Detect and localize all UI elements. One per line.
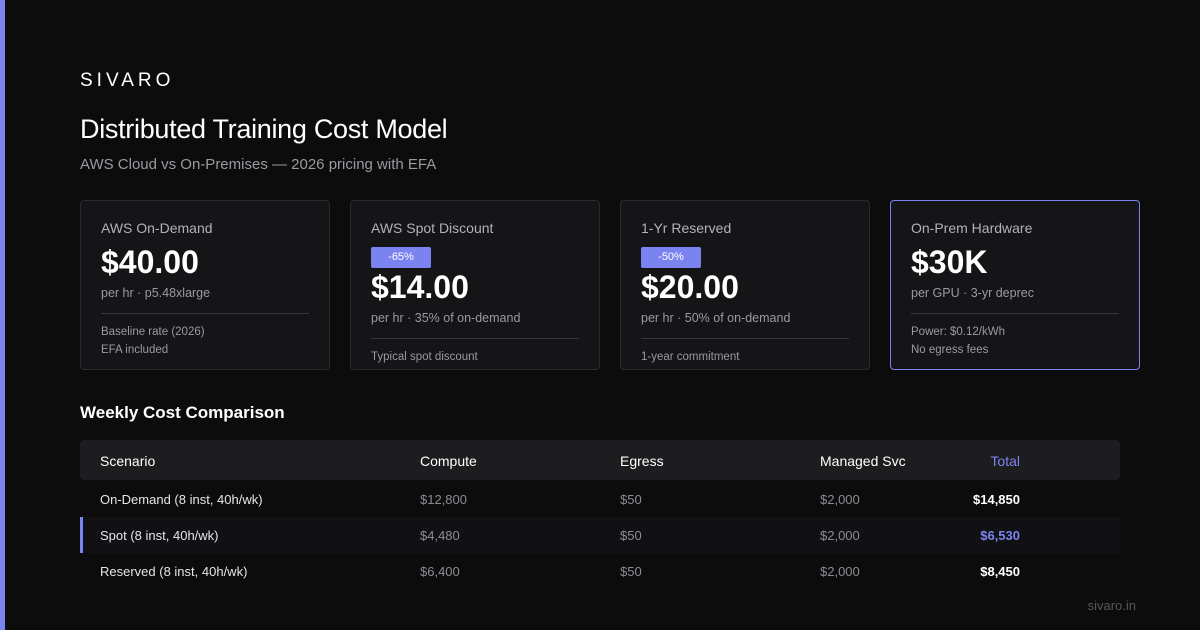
card-divider	[371, 338, 579, 339]
card-label: AWS On-Demand	[101, 220, 213, 236]
pricing-cards: AWS On-Demand $40.00 per hr · p5.48xlarg…	[80, 200, 1140, 370]
card-value: $30K	[911, 244, 988, 280]
column-header-managed-svc: Managed Svc	[820, 453, 906, 469]
card-unit: per GPU · 3-yr deprec	[911, 286, 1034, 300]
table-row-highlighted: Spot (8 inst, 40h/wk) $4,480 $50 $2,000 …	[80, 517, 1120, 553]
card-note: Baseline rate (2026)	[101, 326, 205, 338]
card-note: Power: $0.12/kWh	[911, 326, 1005, 338]
card-note: Typical spot discount	[371, 351, 478, 363]
card-note: EFA included	[101, 344, 169, 356]
card-label: AWS Spot Discount	[371, 220, 494, 236]
cost-comparison-table: Scenario Compute Egress Managed Svc Tota…	[80, 440, 1120, 589]
cell-managed-svc: $2,000	[820, 564, 860, 579]
section-title: Weekly Cost Comparison	[80, 403, 285, 422]
cell-compute: $6,400	[420, 564, 460, 579]
cell-egress: $50	[620, 492, 642, 507]
cell-scenario: Spot (8 inst, 40h/wk)	[100, 528, 219, 543]
column-header-scenario: Scenario	[100, 453, 156, 469]
cell-scenario: On-Demand (8 inst, 40h/wk)	[100, 492, 263, 507]
discount-badge: -65%	[371, 247, 431, 268]
card-unit: per hr · p5.48xlarge	[101, 286, 211, 300]
cell-total: $8,450	[980, 564, 1020, 579]
cell-total: $14,850	[973, 492, 1020, 507]
accent-bar	[0, 0, 5, 630]
page-title: Distributed Training Cost Model	[80, 114, 448, 144]
cell-egress: $50	[620, 528, 642, 543]
table-header: Scenario Compute Egress Managed Svc Tota…	[80, 440, 1120, 480]
cell-compute: $4,480	[420, 528, 460, 543]
card-label: On-Prem Hardware	[911, 220, 1033, 236]
footer-url: sivaro.in	[1087, 598, 1136, 613]
card-aws-spot-discount: AWS Spot Discount -65% $14.00 per hr · 3…	[350, 200, 600, 370]
card-divider	[641, 338, 849, 339]
card-value: $40.00	[101, 244, 199, 280]
card-note: 1-year commitment	[641, 351, 740, 363]
card-1yr-reserved: 1-Yr Reserved -50% $20.00 per hr · 50% o…	[620, 200, 870, 370]
card-label: 1-Yr Reserved	[641, 220, 732, 236]
cell-total: $6,530	[980, 528, 1020, 543]
cell-managed-svc: $2,000	[820, 528, 860, 543]
cell-managed-svc: $2,000	[820, 492, 860, 507]
cell-compute: $12,800	[420, 492, 467, 507]
table-row: Reserved (8 inst, 40h/wk) $6,400 $50 $2,…	[80, 553, 1120, 589]
cell-scenario: Reserved (8 inst, 40h/wk)	[100, 564, 248, 579]
page-subtitle: AWS Cloud vs On-Premises — 2026 pricing …	[80, 156, 437, 173]
column-header-compute: Compute	[420, 453, 477, 469]
row-highlight-marker	[80, 517, 83, 553]
cell-egress: $50	[620, 564, 642, 579]
card-note: No egress fees	[911, 344, 989, 356]
card-value: $14.00	[371, 269, 469, 305]
brand-logo: SIVARO	[80, 70, 175, 91]
card-on-prem-hardware: On-Prem Hardware $30K per GPU · 3-yr dep…	[890, 200, 1140, 370]
table-row: On-Demand (8 inst, 40h/wk) $12,800 $50 $…	[80, 481, 1120, 517]
discount-badge: -50%	[641, 247, 701, 268]
card-value: $20.00	[641, 269, 739, 305]
card-divider	[101, 313, 309, 314]
column-header-egress: Egress	[620, 453, 664, 469]
column-header-total: Total	[990, 453, 1020, 469]
card-unit: per hr · 35% of on-demand	[371, 311, 521, 325]
card-divider	[911, 313, 1119, 314]
card-aws-on-demand: AWS On-Demand $40.00 per hr · p5.48xlarg…	[80, 200, 330, 370]
card-unit: per hr · 50% of on-demand	[641, 311, 791, 325]
